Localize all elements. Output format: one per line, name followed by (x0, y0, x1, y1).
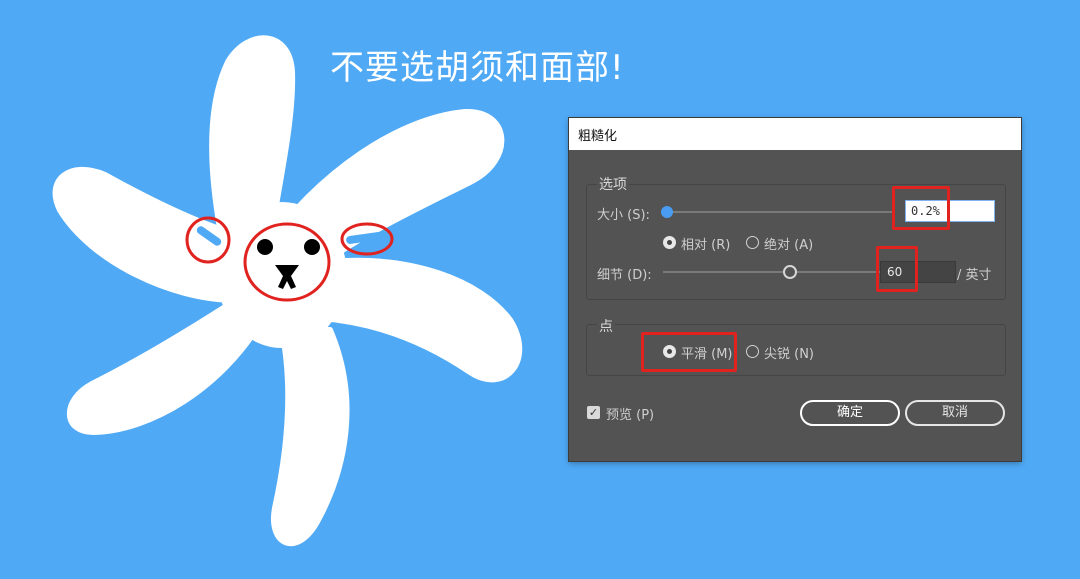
smooth-label[interactable]: 平滑 (M) (681, 343, 733, 362)
eye-left (257, 239, 273, 255)
points-group-label: 点 (597, 316, 615, 336)
preview-checkbox[interactable]: ✓ (587, 406, 600, 419)
size-slider-track[interactable] (663, 211, 893, 213)
headline-text: 不要选胡须和面部! (330, 48, 625, 88)
creature-arm (270, 327, 350, 547)
creature-arm (319, 257, 523, 383)
dialog-title: 粗糙化 (578, 129, 618, 144)
absolute-label[interactable]: 绝对 (A) (764, 234, 813, 253)
detail-label: 细节 (D): (597, 268, 652, 283)
detail-slider-knob[interactable] (783, 265, 797, 279)
size-slider-knob[interactable] (661, 206, 673, 218)
smooth-radio[interactable] (663, 345, 676, 358)
preview-label[interactable]: 预览 (P) (606, 404, 654, 423)
corner-radio[interactable] (746, 345, 759, 358)
corner-label[interactable]: 尖锐 (N) (764, 343, 814, 362)
ok-button[interactable]: 确定 (800, 400, 900, 426)
options-group-label: 选项 (597, 174, 629, 194)
size-input[interactable]: 0.2% (905, 200, 995, 222)
cancel-button[interactable]: 取消 (905, 400, 1005, 426)
size-label: 大小 (S): (597, 208, 650, 223)
absolute-radio[interactable] (746, 236, 759, 249)
relative-radio[interactable] (663, 236, 676, 249)
roughen-dialog: 粗糙化 选项 大小 (S): 0.2% 相对 (R) 绝对 (A) 细节 (D)… (569, 118, 1021, 461)
eye-right (304, 239, 320, 255)
relative-label[interactable]: 相对 (R) (681, 234, 730, 253)
detail-input[interactable]: 60 (880, 261, 956, 283)
dialog-titlebar[interactable]: 粗糙化 (569, 118, 1021, 150)
detail-unit-label: / 英寸 (957, 268, 992, 283)
detail-slider-track[interactable] (663, 271, 885, 273)
